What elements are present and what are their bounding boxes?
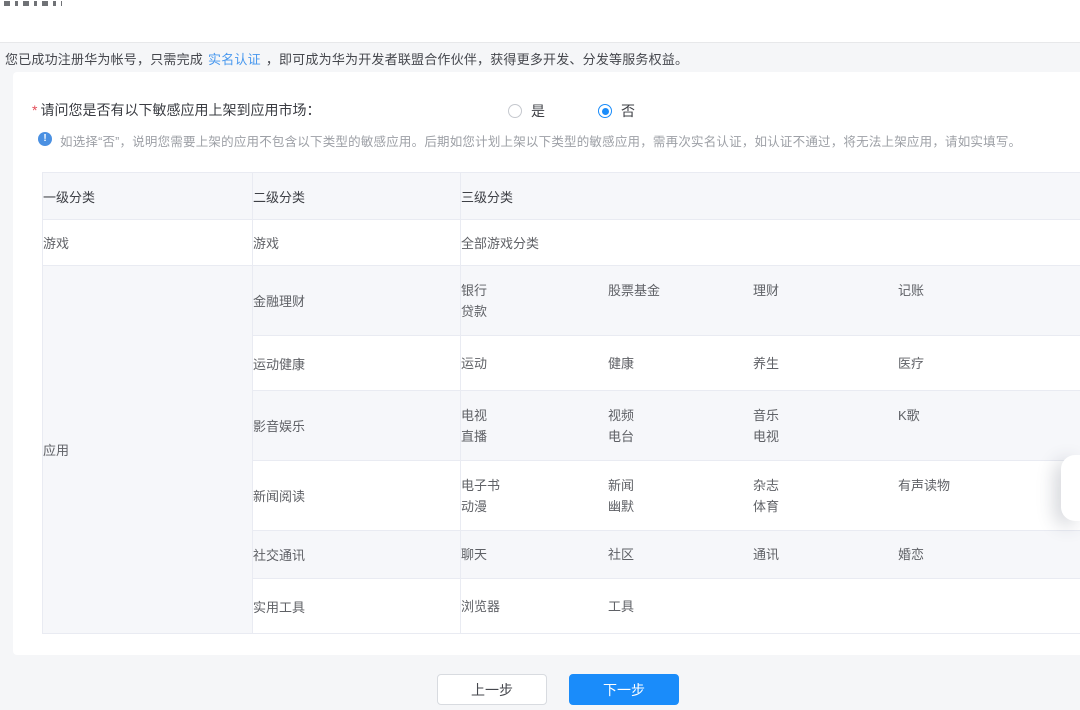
header-level1: 一级分类 [42,172,253,220]
real-name-verification-link[interactable]: 实名认证 [208,52,261,67]
header-level3: 三级分类 [460,172,1080,220]
cell-l2-social: 社交通讯 [252,530,461,579]
cell-l2-game: 游戏 [252,219,461,266]
sensitive-category-table: 一级分类 二级分类 三级分类 游戏 游戏 全部游戏分类 应用 金融理财 银行 贷款… [42,172,1080,634]
previous-step-button[interactable]: 上一步 [437,674,547,705]
form-card: * 请问您是否有以下敏感应用上架到应用市场： 是 否 ! 如选择“否”，说明您需要… [13,72,1080,655]
cell-l2-finance: 金融理财 [252,265,461,336]
header-level2: 二级分类 [252,172,461,220]
question-label: 请问您是否有以下敏感应用上架到应用市场： [40,102,321,118]
radio-yes-label: 是 [531,103,545,119]
clipped-page-heading-fragment [4,1,62,6]
cell-l3-game: 全部游戏分类 [460,219,1080,266]
floating-widget-cutoff[interactable] [1061,455,1080,521]
radio-option-yes[interactable]: 是 [508,101,545,121]
next-step-button[interactable]: 下一步 [569,674,679,705]
radio-option-no[interactable]: 否 [598,101,635,121]
radio-selected-icon[interactable] [598,104,612,118]
sensitive-app-question-row: * 请问您是否有以下敏感应用上架到应用市场： 是 否 [13,100,1080,120]
table-row-game: 游戏 游戏 全部游戏分类 [42,219,1080,266]
top-strip [0,0,1080,43]
table-header-row: 一级分类 二级分类 三级分类 [42,172,1080,220]
note-row: ! 如选择“否”，说明您需要上架的应用不包含以下类型的敏感应用。后期如您计划上架… [13,131,1080,150]
cell-l2-media: 影音娱乐 [252,390,461,461]
radio-unselected-icon[interactable] [508,104,522,118]
info-icon: ! [38,132,52,146]
cell-l1-game: 游戏 [42,219,253,266]
intro-text-before: 您已成功注册华为帐号，只需完成 [5,52,204,67]
cell-l3-tools: 浏览器 工具 [460,578,1080,634]
cell-l3-social: 聊天 社区 通讯 婚恋 [460,530,1080,579]
cell-l2-tools: 实用工具 [252,578,461,634]
intro-message: 您已成功注册华为帐号，只需完成 实名认证 ，即可成为华为开发者联盟合作伙伴，获得更多… [5,49,688,68]
cell-l2-news: 新闻阅读 [252,460,461,531]
cell-l2-health: 运动健康 [252,335,461,391]
radio-no-label: 否 [621,103,635,119]
required-asterisk: * [32,102,38,118]
table-row-finance: 应用 金融理财 银行 贷款 股票基金 理财 记账 [42,265,1080,634]
cell-l1-app: 应用 [42,265,253,634]
cell-l3-finance: 银行 贷款 股票基金 理财 记账 [460,265,1080,336]
note-text: 如选择“否”，说明您需要上架的应用不包含以下类型的敏感应用。后期如您计划上架以下… [60,135,1022,149]
cell-l3-news: 电子书 动漫 新闻 幽默 杂志 体育 有声读物 [460,460,1080,531]
page: 您已成功注册华为帐号，只需完成 实名认证 ，即可成为华为开发者联盟合作伙伴，获得更多… [0,0,1080,710]
cell-l3-health: 运动 健康 养生 医疗 [460,335,1080,391]
footer-actions: 上一步 下一步 [18,674,1080,705]
intro-text-after: ，即可成为华为开发者联盟合作伙伴，获得更多开发、分发等服务权益。 [265,52,689,67]
cell-l3-media: 电视 直播 视频 电台 音乐 电视 K歌 [460,390,1080,461]
